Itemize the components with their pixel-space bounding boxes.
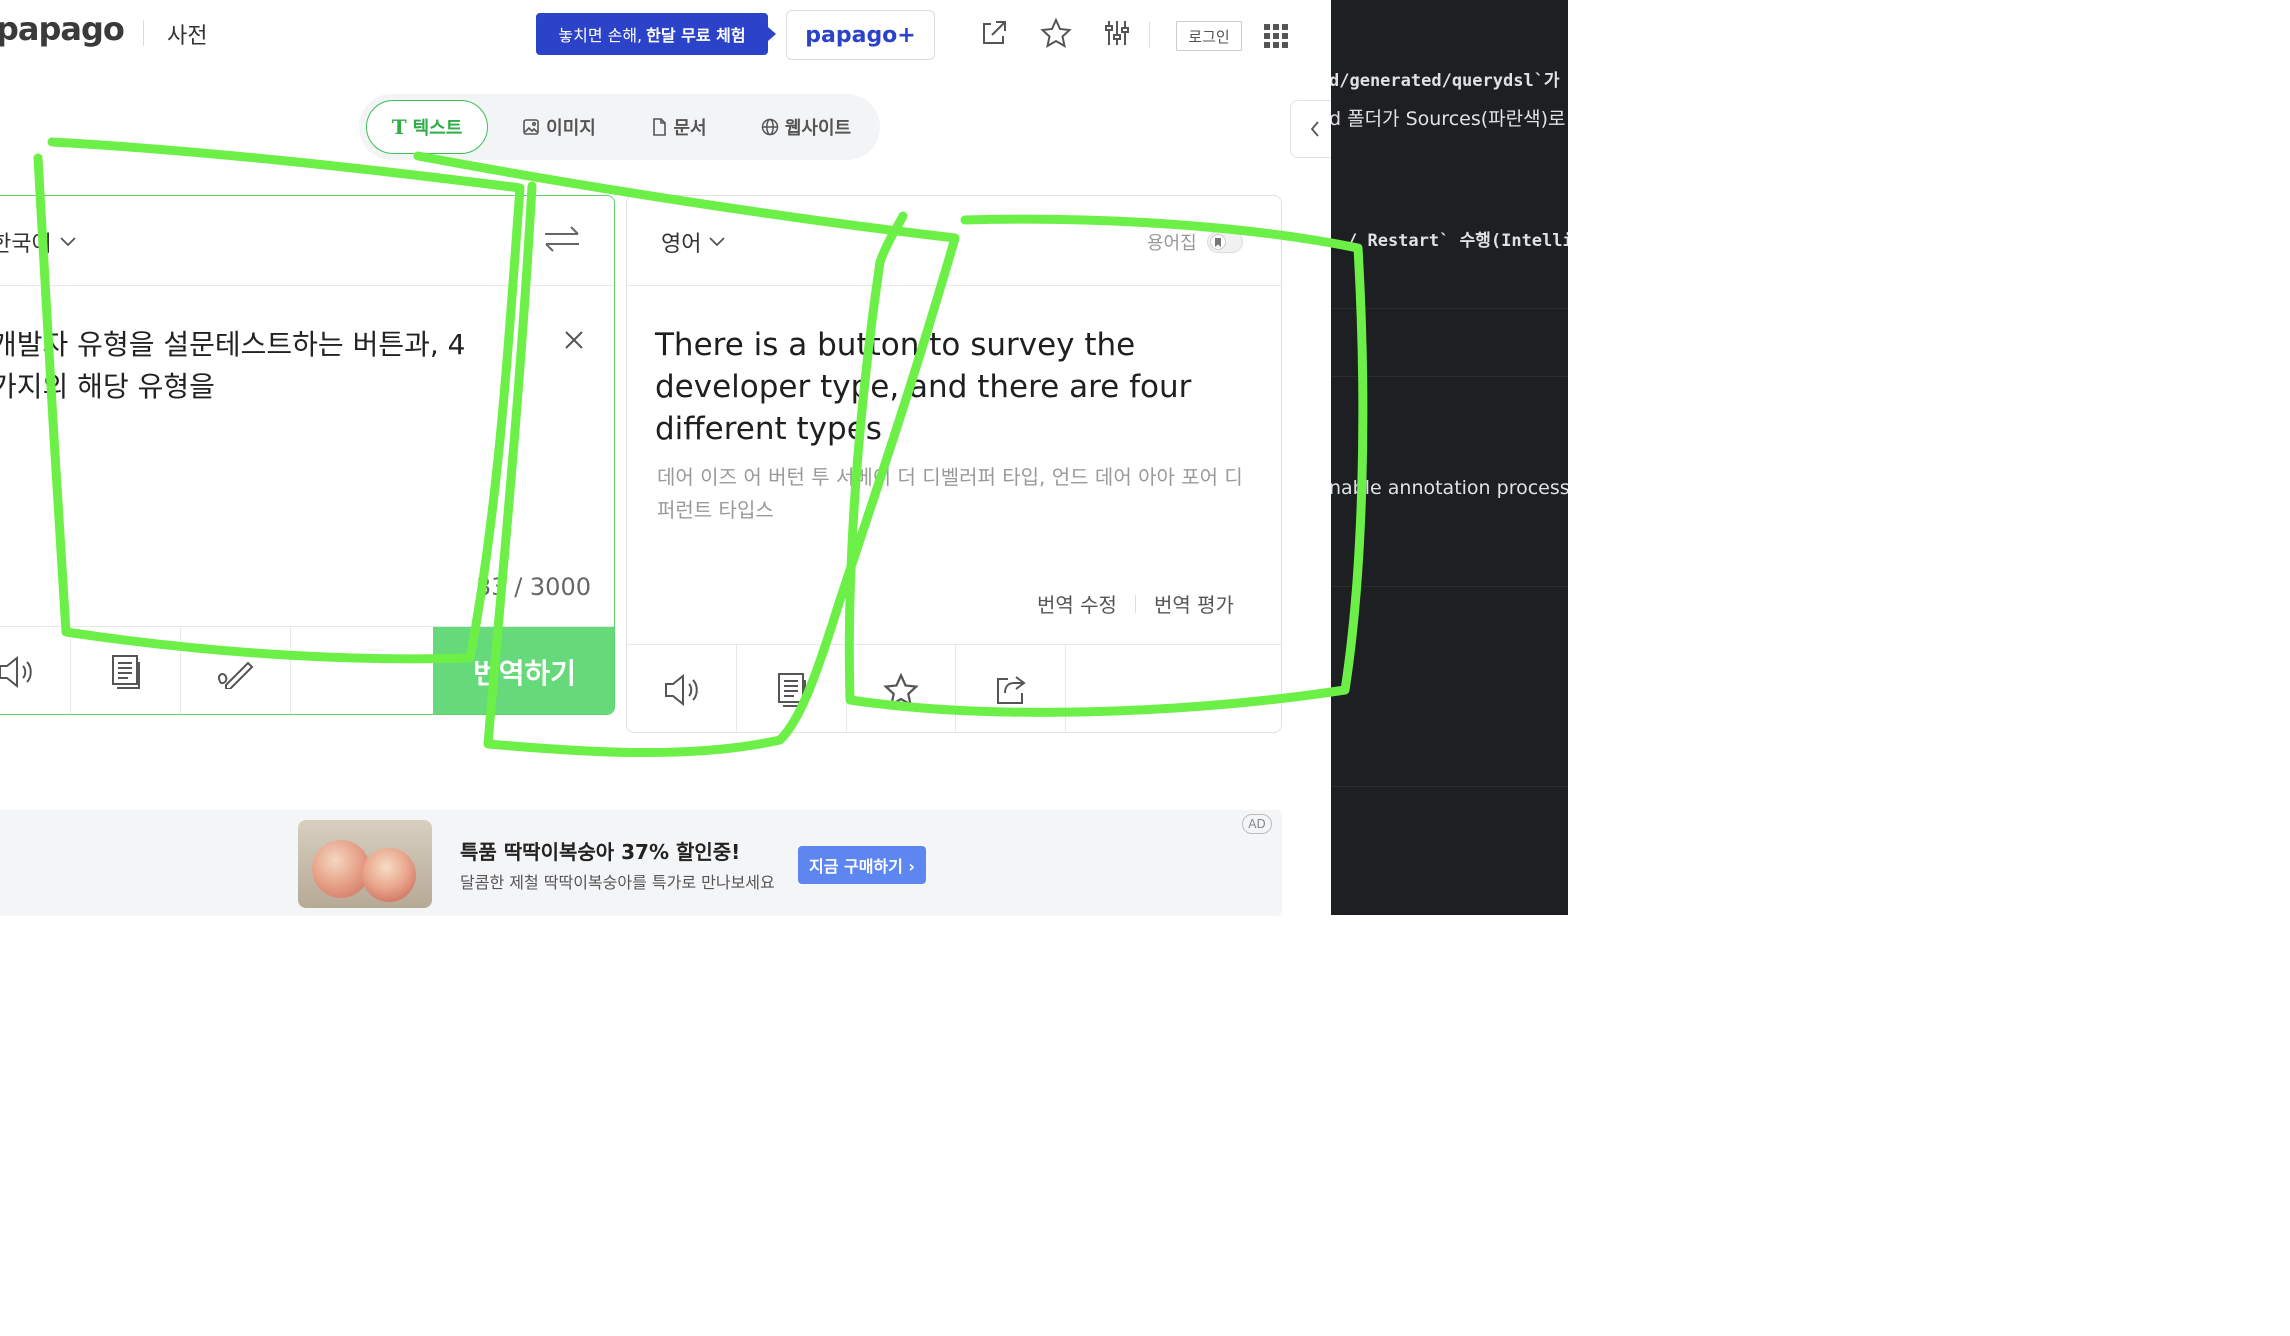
- header-divider: [143, 20, 144, 46]
- source-text-line: 가지의 해당 유형을: [0, 370, 215, 403]
- editor-text-line: d 폴더가 Sources(파란색)로: [1331, 108, 1566, 130]
- clear-text-icon[interactable]: [563, 329, 585, 355]
- tab-label: 텍스트: [412, 118, 463, 139]
- chevron-down-icon: [60, 237, 76, 247]
- editor-divider: [1331, 376, 1568, 377]
- promo-bold-text: 한달 무료 체험: [646, 26, 746, 45]
- copy-target-button[interactable]: [737, 645, 847, 732]
- glossary-toggle[interactable]: 용어집: [1147, 229, 1243, 255]
- document-icon: [653, 118, 667, 136]
- copy-icon: [111, 655, 140, 689]
- bookmark-icon: [1209, 234, 1226, 250]
- tab-label: 웹사이트: [784, 118, 852, 139]
- chevron-down-icon: [709, 237, 726, 247]
- promo-banner-button[interactable]: 놓치면 손해, 한달 무료 체험: [536, 13, 776, 55]
- target-panel: 영어 용어집 There is a button to survey the d…: [626, 195, 1282, 733]
- source-header: 한국어: [0, 196, 614, 286]
- source-language-select[interactable]: 한국어: [0, 226, 76, 258]
- glossary-switch[interactable]: [1206, 231, 1243, 253]
- globe-icon: [761, 118, 779, 136]
- text-T-icon: T: [391, 115, 407, 139]
- tab-website[interactable]: 웹사이트: [751, 100, 861, 154]
- translation-feedback-links: 번역 수정 번역 평가: [1037, 589, 1234, 618]
- papago-plus-button[interactable]: papago+: [786, 10, 935, 60]
- tab-label: 이미지: [546, 118, 596, 139]
- image-icon: [523, 119, 539, 135]
- star-icon: [882, 672, 919, 707]
- translated-text: There is a button to survey the develope…: [655, 327, 1192, 447]
- dictionary-link[interactable]: 사전: [167, 18, 207, 50]
- handwriting-button[interactable]: [181, 627, 291, 714]
- pen-icon: [217, 661, 253, 689]
- editor-text-line: d/generated/querydsl`가: [1331, 71, 1560, 91]
- rate-translation-link[interactable]: 번역 평가: [1154, 589, 1234, 618]
- character-count: 33 / 3000: [476, 573, 591, 601]
- ad-title: 특품 딱딱이복숭아 37% 할인중!: [460, 840, 741, 864]
- share-translation-button[interactable]: [956, 645, 1066, 732]
- promo-text: 놓치면 손해,: [558, 26, 643, 45]
- tab-document[interactable]: 문서: [639, 100, 719, 154]
- tab-label: 문서: [673, 118, 707, 139]
- star-icon[interactable]: [1037, 14, 1075, 52]
- translate-button[interactable]: 번역하기: [433, 627, 614, 714]
- target-toolbar: [627, 644, 1281, 732]
- target-language-select[interactable]: 영어: [661, 226, 726, 258]
- external-link-icon[interactable]: [975, 14, 1013, 52]
- ad-badge: AD: [1242, 814, 1272, 834]
- copy-source-button[interactable]: [71, 627, 181, 714]
- tab-image[interactable]: 이미지: [509, 100, 609, 154]
- listen-target-button[interactable]: [627, 645, 737, 732]
- settings-sliders-icon[interactable]: [1098, 14, 1136, 52]
- editor-text-line: / Restart` 수행(Intellij): [1347, 231, 1568, 251]
- source-language-label: 한국어: [0, 232, 52, 257]
- link-divider: [1134, 594, 1136, 613]
- ad-subtitle: 달콤한 제철 딱딱이복숭아를 특가로 만나보세요: [460, 873, 775, 892]
- favorite-translation-button[interactable]: [846, 645, 956, 732]
- source-panel: 한국어 개발자 유형을 설문테스트하는 버튼과, 4 가지의 해당 유형을 33…: [0, 195, 615, 715]
- chevron-left-icon: [1310, 121, 1319, 137]
- mode-tabs: T 텍스트 이미지 문서 웹사이트: [359, 94, 880, 160]
- source-text-line: 개발자 유형을 설문테스트하는 버튼과, 4: [0, 328, 466, 361]
- speaker-icon: [664, 673, 698, 707]
- editor-text-line: nable annotation process: [1331, 477, 1568, 499]
- listen-source-button[interactable]: [0, 627, 71, 714]
- editor-divider: [1331, 586, 1568, 587]
- copy-icon: [777, 673, 806, 707]
- editor-divider: [1331, 308, 1568, 309]
- source-toolbar: 번역하기: [0, 626, 614, 714]
- ad-banner[interactable]: 특품 딱딱이복숭아 37% 할인중! 달콤한 제철 딱딱이복숭아를 특가로 만나…: [0, 810, 1282, 916]
- apps-grid-icon[interactable]: [1264, 24, 1288, 48]
- login-button[interactable]: 로그인: [1176, 21, 1242, 51]
- ad-buy-button[interactable]: 지금 구매하기 ›: [798, 846, 926, 884]
- swap-languages-icon[interactable]: [543, 224, 581, 258]
- papago-logo[interactable]: papago: [0, 10, 125, 48]
- pronunciation-text: 데어 이즈 어 버턴 투 서베이 더 디벨러퍼 타입, 언드 데어 아아 포어 …: [657, 465, 1243, 522]
- speaker-icon: [0, 655, 32, 689]
- target-language-label: 영어: [661, 232, 702, 257]
- editor-divider: [1331, 786, 1568, 787]
- tab-text[interactable]: T 텍스트: [366, 100, 488, 154]
- share-icon: [996, 676, 1026, 704]
- editor-window: d/generated/querydsl`가 d 폴더가 Sources(파란색…: [1331, 0, 1568, 915]
- peach-product-image: [298, 820, 432, 908]
- header-divider: [1149, 22, 1150, 48]
- glossary-label: 용어집: [1147, 233, 1197, 254]
- source-text-area[interactable]: 개발자 유형을 설문테스트하는 버튼과, 4 가지의 해당 유형을: [0, 324, 536, 408]
- edit-translation-link[interactable]: 번역 수정: [1037, 589, 1117, 618]
- target-header: 영어 용어집: [627, 196, 1281, 286]
